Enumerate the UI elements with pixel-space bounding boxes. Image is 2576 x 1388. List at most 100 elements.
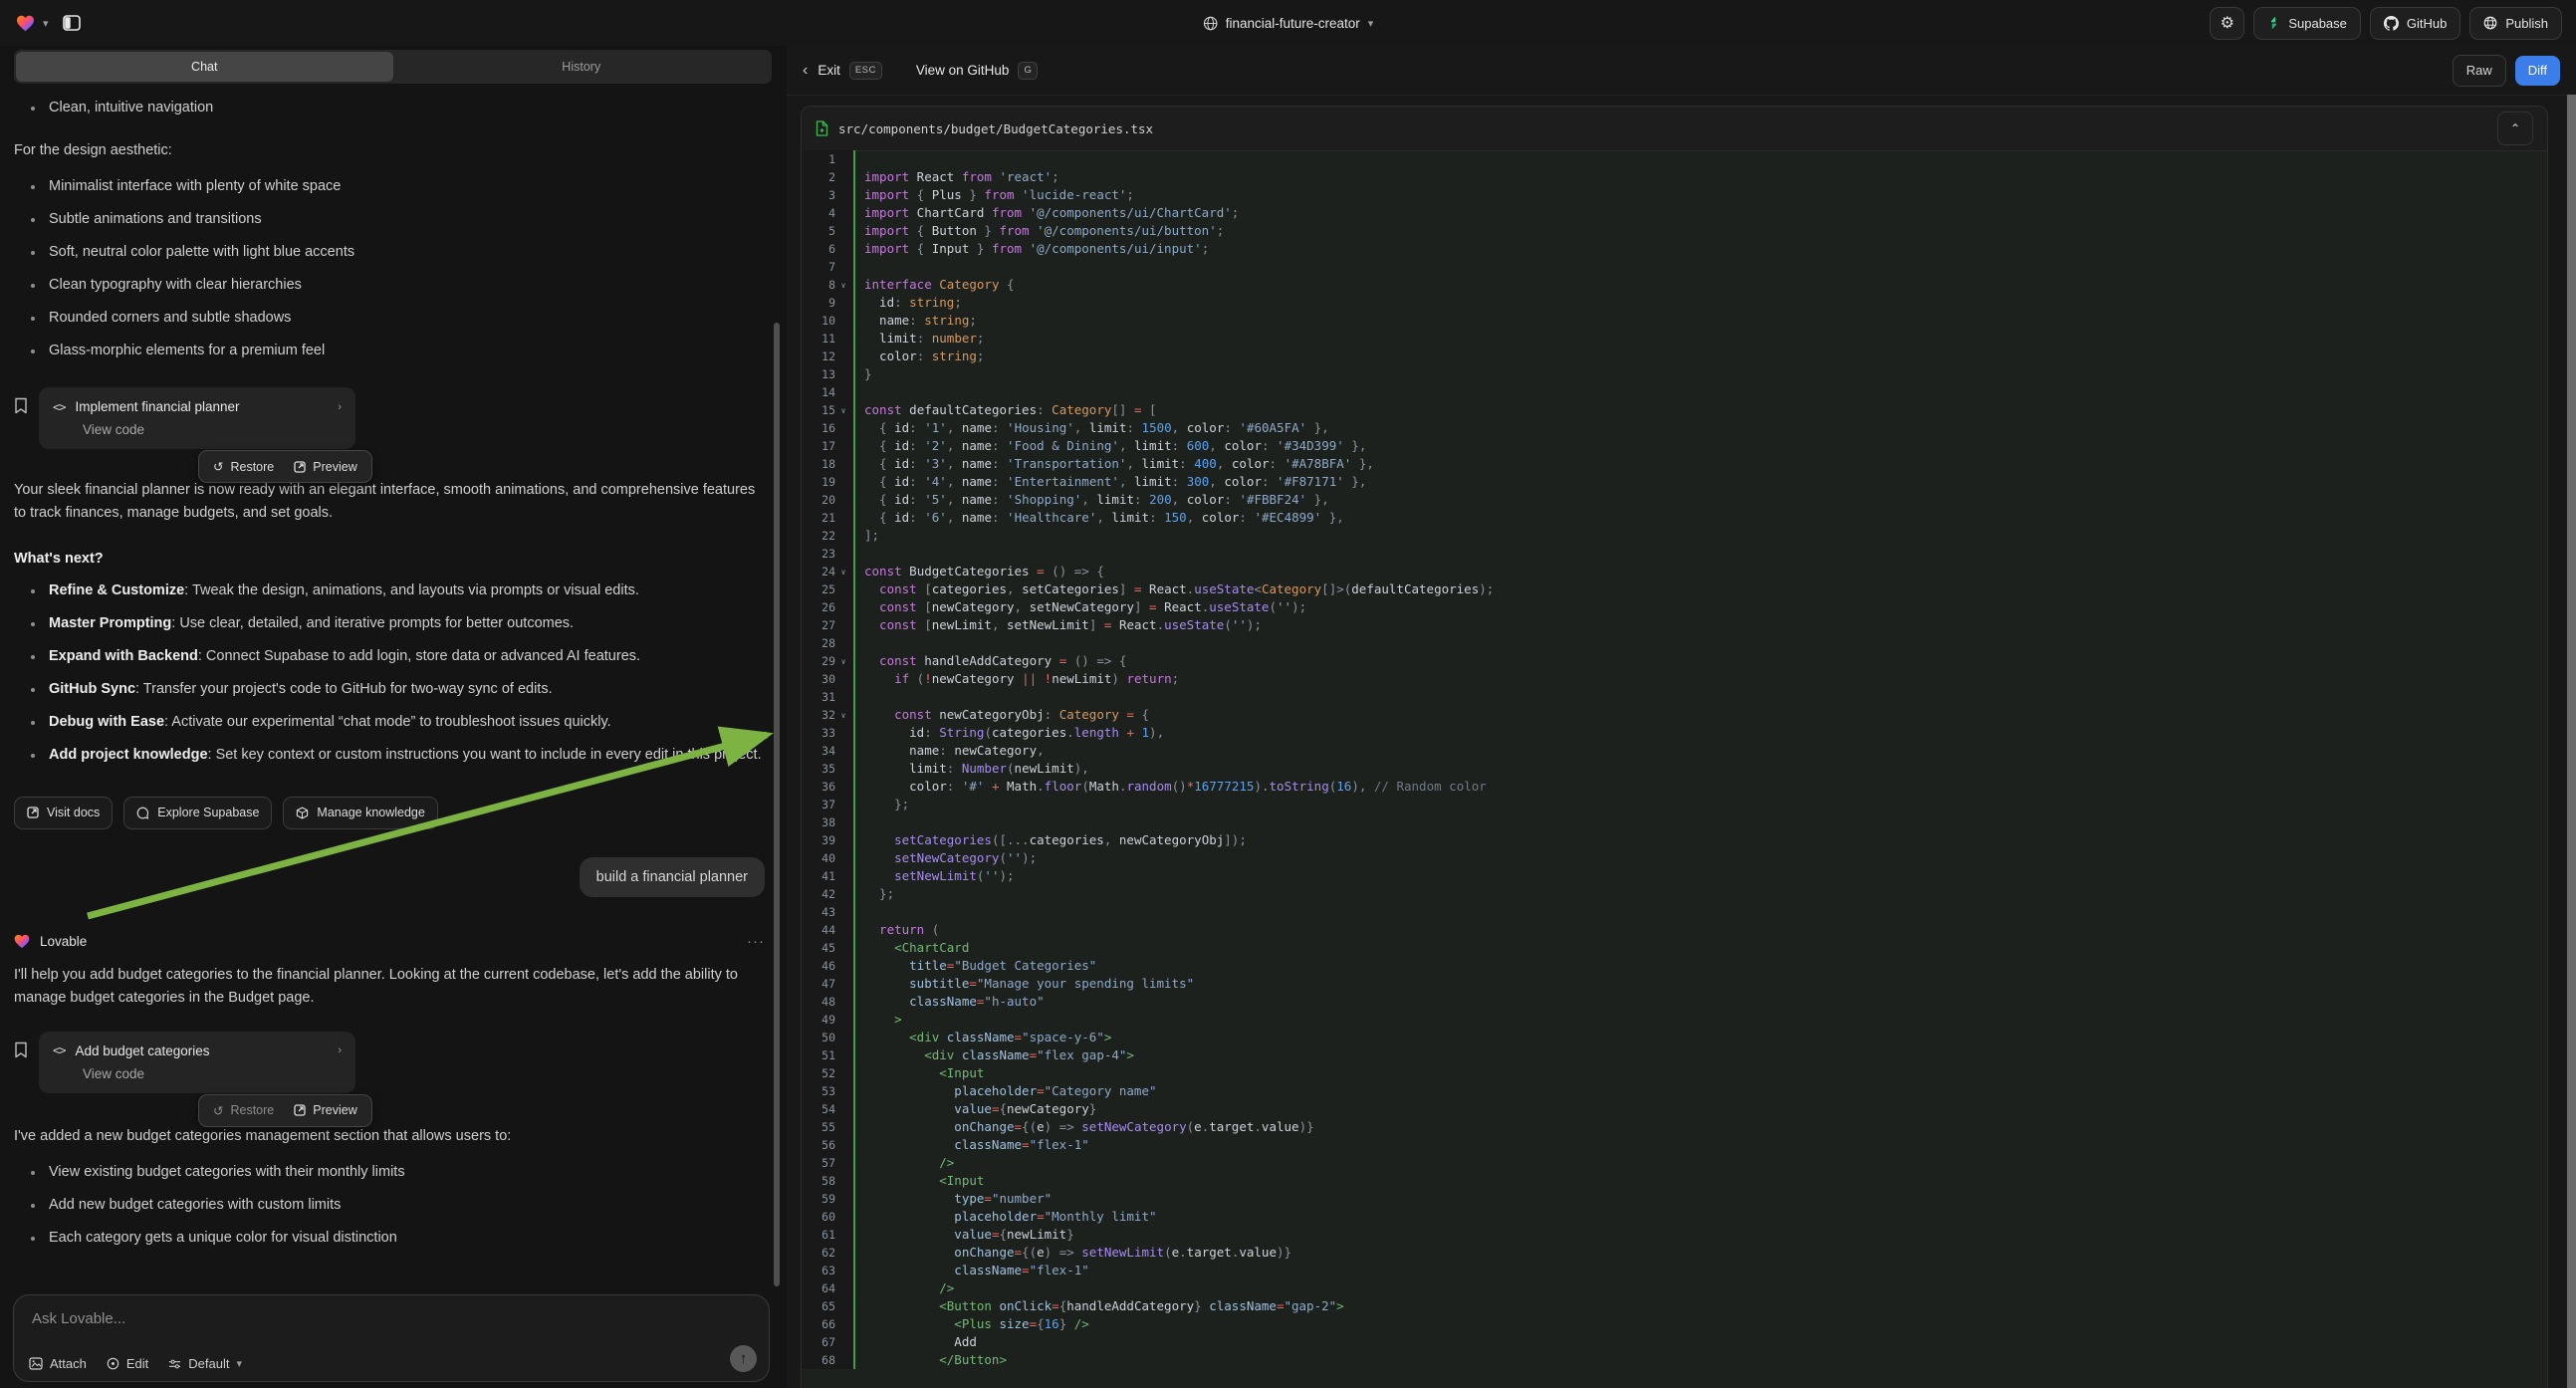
bookmark-icon[interactable] xyxy=(14,397,28,414)
code-line: 31 xyxy=(802,688,2547,706)
project-name: financial-future-creator xyxy=(1226,16,1360,31)
bookmark-icon[interactable] xyxy=(14,1041,28,1058)
send-button[interactable]: ↑ xyxy=(730,1345,757,1372)
line-number: 15 xyxy=(802,401,835,419)
preview-button[interactable]: Preview xyxy=(284,460,366,474)
attach-button[interactable]: Attach xyxy=(29,1356,87,1371)
version-card-row: <> Add budget categories › View code ↺Re… xyxy=(14,1032,765,1093)
settings-button[interactable]: ⚙ xyxy=(2210,7,2244,40)
fold-chevron-icon[interactable]: ∨ xyxy=(835,276,851,294)
restore-button[interactable]: ↺Restore xyxy=(203,459,284,474)
version-card-implement-financial-planner[interactable]: <> Implement financial planner › View co… xyxy=(39,387,355,449)
bullet-item: View existing budget categories with the… xyxy=(14,1162,765,1184)
code-viewer: src/components/budget/BudgetCategories.t… xyxy=(801,106,2548,1388)
fold-chevron-icon[interactable]: ∨ xyxy=(835,401,851,419)
fold-spacer xyxy=(835,1118,851,1136)
fold-spacer xyxy=(835,240,851,258)
fold-spacer xyxy=(835,742,851,760)
view-on-github-link[interactable]: View on GitHub G xyxy=(916,62,1038,80)
visit-docs-button[interactable]: Visit docs xyxy=(14,797,113,829)
line-number: 32 xyxy=(802,706,835,724)
code-line: 19 { id: '4', name: 'Entertainment', lim… xyxy=(802,473,2547,491)
code-panel: ‹ Exit ESC View on GitHub G Raw Diff src… xyxy=(787,46,2576,1388)
code-line: 67 Add xyxy=(802,1333,2547,1351)
line-number: 38 xyxy=(802,813,835,831)
code-line: 28 xyxy=(802,634,2547,652)
restore-icon: ↺ xyxy=(213,1103,223,1118)
fold-chevron-icon[interactable]: ∨ xyxy=(835,563,851,580)
fold-spacer xyxy=(835,294,851,312)
fold-chevron-icon[interactable]: ∨ xyxy=(835,652,851,670)
fold-spacer xyxy=(835,1082,851,1100)
line-number: 50 xyxy=(802,1029,835,1046)
code-line: 47 subtitle="Manage your spending limits… xyxy=(802,975,2547,993)
fold-spacer xyxy=(835,580,851,598)
fold-spacer xyxy=(835,1351,851,1369)
fold-spacer xyxy=(835,1100,851,1118)
explore-supabase-button[interactable]: Explore Supabase xyxy=(123,797,272,829)
line-number: 12 xyxy=(802,347,835,365)
edit-button[interactable]: Edit xyxy=(107,1356,148,1371)
line-number: 8 xyxy=(802,276,835,294)
tab-chat[interactable]: Chat xyxy=(16,52,393,82)
code-scrollbar[interactable] xyxy=(2567,95,2576,1388)
fold-spacer xyxy=(835,867,851,885)
line-number: 3 xyxy=(802,186,835,204)
code-line: 49 > xyxy=(802,1011,2547,1029)
code-line: 37 }; xyxy=(802,796,2547,813)
fold-spacer xyxy=(835,347,851,365)
code-line: 29∨ const handleAddCategory = () => { xyxy=(802,652,2547,670)
code-line: 62 onChange={(e) => setNewLimit(e.target… xyxy=(802,1244,2547,1262)
file-path-bar[interactable]: src/components/budget/BudgetCategories.t… xyxy=(802,107,2547,151)
chevron-down-icon[interactable]: ▾ xyxy=(43,17,49,30)
tab-history[interactable]: History xyxy=(393,52,771,82)
view-code-link[interactable]: View code xyxy=(83,1066,342,1081)
code-line: 44 return ( xyxy=(802,921,2547,939)
composer-input[interactable]: Ask Lovable... xyxy=(32,1310,125,1327)
chat-panel: Chat History Clean, intuitive navigation… xyxy=(0,46,787,1388)
code-icon: <> xyxy=(53,400,65,414)
fold-spacer xyxy=(835,1029,851,1046)
fold-spacer xyxy=(835,1190,851,1208)
fold-spacer xyxy=(835,1279,851,1297)
code-content: 12import React from 'react';3import { Pl… xyxy=(802,150,2547,1388)
line-number: 47 xyxy=(802,975,835,993)
bullet-item: Clean typography with clear hierarchies xyxy=(14,275,765,297)
fold-spacer xyxy=(835,1064,851,1082)
composer[interactable]: Ask Lovable... Attach Edit Default ▾ ↑ xyxy=(13,1294,770,1382)
line-number: 26 xyxy=(802,598,835,616)
fold-spacer xyxy=(835,1172,851,1190)
publish-label: Publish xyxy=(2505,16,2548,31)
fold-spacer xyxy=(835,365,851,383)
line-number: 39 xyxy=(802,831,835,849)
line-number: 53 xyxy=(802,1082,835,1100)
mode-selector[interactable]: Default ▾ xyxy=(168,1356,242,1371)
sidebar-toggle-icon[interactable] xyxy=(57,8,87,38)
supabase-label: Supabase xyxy=(2288,16,2347,31)
supabase-button[interactable]: Supabase xyxy=(2253,7,2361,40)
file-path: src/components/budget/BudgetCategories.t… xyxy=(838,121,1153,136)
exit-button[interactable]: Exit xyxy=(818,63,840,78)
chevron-left-icon[interactable]: ‹ xyxy=(803,62,808,80)
manage-knowledge-button[interactable]: Manage knowledge xyxy=(283,797,437,829)
top-bar: ▾ financial-future-creator ▾ ⚙ Supabase xyxy=(0,0,2576,46)
code-line: 48 className="h-auto" xyxy=(802,993,2547,1011)
restore-button[interactable]: ↺Restore xyxy=(203,1103,284,1118)
chat-scrollbar[interactable] xyxy=(774,323,780,1286)
raw-toggle-button[interactable]: Raw xyxy=(2453,55,2506,87)
preview-button[interactable]: Preview xyxy=(284,1103,366,1117)
collapse-file-button[interactable]: ⌃ xyxy=(2497,112,2533,145)
fold-chevron-icon[interactable]: ∨ xyxy=(835,706,851,724)
github-button[interactable]: GitHub xyxy=(2370,7,2460,40)
code-line: 61 value={newLimit} xyxy=(802,1226,2547,1244)
fold-spacer xyxy=(835,545,851,563)
code-line: 64 /> xyxy=(802,1279,2547,1297)
publish-button[interactable]: Publish xyxy=(2469,7,2562,40)
lovable-logo-icon[interactable] xyxy=(16,15,35,32)
message-menu-icon[interactable]: ··· xyxy=(747,933,765,950)
project-switcher[interactable]: financial-future-creator ▾ xyxy=(1203,16,1374,31)
diff-toggle-button[interactable]: Diff xyxy=(2515,56,2560,86)
version-card-add-budget-categories[interactable]: <> Add budget categories › View code xyxy=(39,1032,355,1093)
code-line: 25 const [categories, setCategories] = R… xyxy=(802,580,2547,598)
view-code-link[interactable]: View code xyxy=(83,422,342,437)
